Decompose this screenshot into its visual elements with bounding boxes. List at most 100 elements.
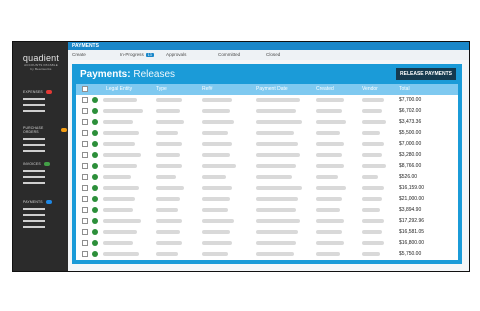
row-checkbox[interactable]	[82, 218, 88, 224]
column-header[interactable]: Type	[156, 86, 167, 92]
cell-placeholder	[362, 252, 380, 256]
cell-placeholder	[256, 98, 300, 102]
sidebar-placeholder-line	[23, 182, 45, 184]
cell-placeholder	[316, 208, 340, 212]
table-header: Legal Entity Type Ref# Payment Date Crea…	[76, 84, 458, 95]
tab-committed[interactable]: Committed	[218, 52, 240, 57]
row-total: $5,500.00	[399, 130, 422, 136]
sidebar-placeholder-line	[23, 144, 45, 146]
row-checkbox[interactable]	[82, 163, 88, 169]
row-checkbox[interactable]	[82, 119, 88, 125]
row-checkbox[interactable]	[82, 97, 88, 103]
table-row[interactable]: $3,894.90	[76, 205, 458, 216]
cell-placeholder	[316, 241, 344, 245]
table-row[interactable]: $16,159.00	[76, 183, 458, 194]
tab-closed[interactable]: Closed	[266, 52, 280, 57]
cell-placeholder	[316, 131, 340, 135]
brand-name: quadient	[22, 53, 60, 63]
table-row[interactable]: $21,000.00	[76, 194, 458, 205]
row-checkbox[interactable]	[82, 108, 88, 114]
cell-placeholder	[156, 252, 178, 256]
row-checkbox[interactable]	[82, 240, 88, 246]
cell-placeholder	[103, 120, 133, 124]
table-row[interactable]: $5,500.00	[76, 128, 458, 139]
status-dot-icon	[92, 119, 98, 125]
cell-placeholder	[316, 197, 342, 201]
cell-placeholder	[202, 131, 228, 135]
sidebar-placeholder-line	[23, 220, 45, 222]
column-header[interactable]: Ref#	[202, 86, 213, 92]
status-dot-icon	[92, 251, 98, 257]
cell-placeholder	[316, 98, 344, 102]
payments-panel: Payments: Releases RELEASE PAYMENTS Lega…	[72, 64, 462, 264]
row-total: $6,702.00	[399, 108, 422, 114]
table-row[interactable]: $5,750.00	[76, 249, 458, 260]
row-checkbox[interactable]	[82, 251, 88, 257]
table-row[interactable]: $526.00	[76, 172, 458, 183]
table-row[interactable]: $17,292.96	[76, 216, 458, 227]
cell-placeholder	[362, 186, 384, 190]
sidebar-item-label: PAYMENTS	[23, 200, 43, 204]
table-row[interactable]: $8,766.00	[76, 161, 458, 172]
row-total: $16,581.05	[399, 229, 425, 235]
cell-placeholder	[103, 153, 141, 157]
row-checkbox[interactable]	[82, 141, 88, 147]
cell-placeholder	[103, 142, 135, 146]
cell-placeholder	[156, 208, 178, 212]
release-payments-button[interactable]: RELEASE PAYMENTS	[396, 68, 456, 80]
tab-label: In-Progress	[120, 52, 144, 57]
sidebar-placeholder-line	[23, 208, 45, 210]
status-dot-icon	[92, 108, 98, 114]
cell-placeholder	[256, 120, 302, 124]
table-row[interactable]: $16,581.05	[76, 227, 458, 238]
tab-approvals[interactable]: Approvals	[166, 52, 186, 57]
row-total: $8,766.00	[399, 163, 422, 169]
status-dot-icon	[92, 152, 98, 158]
cell-placeholder	[256, 230, 298, 234]
cell-placeholder	[103, 208, 133, 212]
select-all-checkbox[interactable]	[82, 86, 88, 92]
cell-placeholder	[316, 230, 342, 234]
column-header[interactable]: Legal Entity	[106, 86, 132, 92]
column-header[interactable]: Payment Date	[256, 86, 288, 92]
cell-placeholder	[362, 153, 382, 157]
column-header[interactable]: Total	[399, 86, 410, 92]
cell-placeholder	[202, 142, 232, 146]
panel-title-sub: Releases	[133, 69, 176, 80]
row-checkbox[interactable]	[82, 185, 88, 191]
sidebar-section-invoices[interactable]: INVOICES	[23, 162, 67, 188]
sidebar-section-purchase-orders[interactable]: PURCHASE ORDERS	[23, 126, 67, 156]
table-row[interactable]: $3,473.36	[76, 117, 458, 128]
tab-create[interactable]: Create	[72, 52, 86, 57]
sidebar-label-expenses: EXPENSES	[23, 90, 67, 94]
table-row[interactable]: $16,800.00	[76, 238, 458, 249]
status-dot-icon	[92, 141, 98, 147]
cell-placeholder	[103, 186, 139, 190]
table-row[interactable]: $7,000.00	[76, 139, 458, 150]
payments-dot-icon	[45, 200, 52, 204]
tab-in-progress[interactable]: In-Progress 13	[120, 52, 154, 57]
cell-placeholder	[156, 98, 182, 102]
row-checkbox[interactable]	[82, 130, 88, 136]
row-checkbox[interactable]	[82, 152, 88, 158]
table-row[interactable]: $7,700.00	[76, 95, 458, 106]
cell-placeholder	[103, 131, 139, 135]
header-bar: PAYMENTS	[68, 42, 469, 50]
row-checkbox[interactable]	[82, 196, 88, 202]
sidebar-section-expenses[interactable]: EXPENSES	[23, 90, 67, 116]
status-dot-icon	[92, 130, 98, 136]
table-row[interactable]: $3,280.00	[76, 150, 458, 161]
cell-placeholder	[156, 131, 178, 135]
table-row[interactable]: $6,702.00	[76, 106, 458, 117]
row-checkbox[interactable]	[82, 207, 88, 213]
sidebar-placeholder-line	[23, 214, 45, 216]
cell-placeholder	[256, 142, 298, 146]
row-checkbox[interactable]	[82, 174, 88, 180]
status-dot-icon	[92, 97, 98, 103]
column-header[interactable]: Vendor	[362, 86, 378, 92]
cell-placeholder	[202, 175, 226, 179]
cell-placeholder	[202, 219, 234, 223]
column-header[interactable]: Created	[316, 86, 334, 92]
sidebar-section-payments[interactable]: PAYMENTS	[23, 200, 67, 232]
row-checkbox[interactable]	[82, 229, 88, 235]
